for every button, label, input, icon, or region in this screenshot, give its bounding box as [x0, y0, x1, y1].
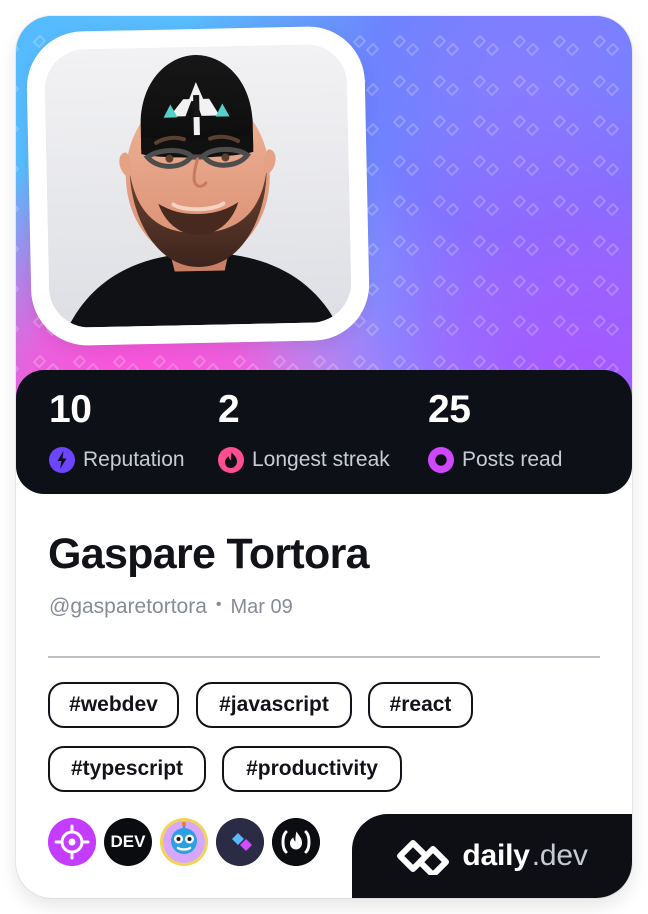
profile-handle: @gasparetortora [49, 595, 207, 618]
reputation-value: 10 [49, 388, 92, 431]
brand-footer: daily .dev [352, 814, 632, 898]
brand-suffix: .dev [531, 839, 588, 872]
longest-streak-value: 2 [218, 388, 240, 431]
dev-source-avatar[interactable]: DEV [104, 818, 152, 866]
longest-streak-label: Longest streak [252, 448, 390, 471]
ring-icon [428, 447, 454, 473]
profile-date: Mar 09 [230, 595, 293, 618]
posts-read-label-row: Posts read [428, 447, 562, 473]
stat-reputation: 10 Reputation [49, 390, 185, 473]
posts-read-label: Posts read [462, 448, 563, 471]
lightning-icon [49, 447, 75, 473]
stat-posts-read: 25 Posts read [428, 390, 562, 473]
avatar[interactable] [44, 43, 352, 329]
robot-source-avatar[interactable] [160, 818, 208, 866]
target-icon [48, 818, 96, 866]
daily-dev-logo-icon [397, 840, 450, 875]
tag-javascript[interactable]: #javascript [196, 682, 352, 728]
hero-banner [16, 16, 632, 416]
target-source-avatar[interactable] [48, 818, 96, 866]
brand-name: daily [462, 839, 530, 872]
tag-webdev[interactable]: #webdev [48, 682, 179, 728]
flame-icon [218, 447, 244, 473]
reputation-label-row: Reputation [49, 447, 185, 473]
meta-separator: • [215, 596, 222, 613]
freecodecamp-source-avatar[interactable] [272, 818, 320, 866]
stats-bar: 10 Reputation 2 Longest streak 25 Posts … [16, 370, 632, 494]
tag-react[interactable]: #react [368, 682, 473, 728]
tag-productivity[interactable]: #productivity [222, 746, 402, 792]
dev-logo: DEV [110, 832, 146, 851]
profile-meta: @gasparetortora • Mar 09 [49, 595, 293, 619]
daily-dev-source-avatar[interactable] [216, 818, 264, 866]
profile-name: Gaspare Tortora [48, 530, 370, 578]
stat-longest-streak: 2 Longest streak [218, 390, 390, 473]
robot-icon [160, 818, 208, 866]
avatar-illustration [44, 43, 352, 329]
longest-streak-label-row: Longest streak [218, 447, 390, 473]
brand-wordmark: daily .dev [462, 839, 587, 873]
daily-dev-source-icon [216, 818, 264, 866]
profile-card: 10 Reputation 2 Longest streak 25 Posts … [16, 16, 632, 898]
freecodecamp-icon [272, 818, 320, 866]
tag-typescript[interactable]: #typescript [48, 746, 206, 792]
section-divider [48, 656, 600, 658]
reputation-label: Reputation [83, 448, 185, 471]
avatar-frame [25, 25, 371, 347]
posts-read-value: 25 [428, 388, 471, 431]
